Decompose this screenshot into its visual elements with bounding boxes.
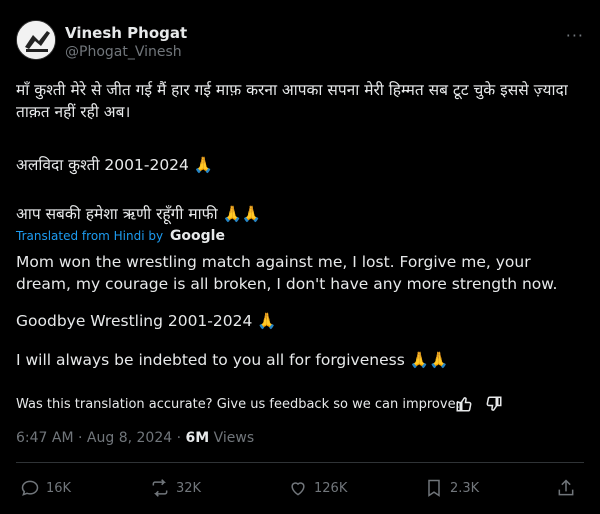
translation-line-3: I will always be indebted to you all for… [16,351,449,369]
repost-count: 32K [176,480,202,496]
tweet-time[interactable]: 6:47 AM [16,430,74,446]
thumbs-down-icon[interactable] [485,395,503,413]
translation-line-1: Mom won the wrestling match against me, … [16,253,558,293]
tweet-header: Vinesh Phogat @Phogat_Vinesh ··· [16,20,584,64]
reply-icon [21,480,39,496]
meta-separator: · [78,430,83,446]
translation-feedback-prompt: Was this translation accurate? Give us f… [16,397,460,412]
action-bar: 16K 32K 126K 2.3K [16,478,584,502]
tweet-meta: 6:47 AM · Aug 8, 2024 · 6M Views [16,430,254,446]
translation-attribution: Translated from Hindi by Google [16,228,225,244]
original-text-line-3: आप सबकी हमेशा ऋणी रहूँगी माफी 🙏🙏 [16,205,262,223]
like-count: 126K [314,480,348,496]
meta-separator-2: · [176,430,182,446]
feedback-buttons [455,395,503,413]
share-icon [558,479,574,496]
repost-icon [152,479,168,497]
thumbs-up-icon[interactable] [455,395,473,413]
like-button[interactable]: 126K [288,478,347,498]
author-handle[interactable]: @Phogat_Vinesh [65,44,182,60]
google-logo: Google [169,228,225,244]
divider [16,462,584,463]
avatar-logo-icon [17,21,55,59]
more-options-icon[interactable]: ··· [566,26,584,45]
translated-from-link[interactable]: Translated from Hindi by [16,229,163,243]
tweet-card: Vinesh Phogat @Phogat_Vinesh ··· माँ कुश… [0,0,600,514]
avatar[interactable] [16,20,56,60]
views-label: Views [213,430,255,446]
bookmark-count: 2.3K [450,480,480,496]
author-name[interactable]: Vinesh Phogat [65,24,187,42]
tweet-date[interactable]: Aug 8, 2024 [87,430,172,446]
heart-icon [291,482,305,496]
bookmark-icon [428,479,440,497]
share-button[interactable] [556,478,576,498]
views-count: 6M [185,430,210,446]
original-text-line-1: माँ कुश्ती मेरे से जीत गई मैं हार गई माफ… [16,81,568,121]
reply-button[interactable]: 16K [20,478,71,498]
repost-button[interactable]: 32K [150,478,201,498]
translation-line-2: Goodbye Wrestling 2001-2024 🙏 [16,312,277,330]
original-text-line-2: अलविदा कुश्ती 2001-2024 🙏 [16,156,214,174]
bookmark-button[interactable]: 2.3K [424,478,479,498]
reply-count: 16K [46,480,72,496]
